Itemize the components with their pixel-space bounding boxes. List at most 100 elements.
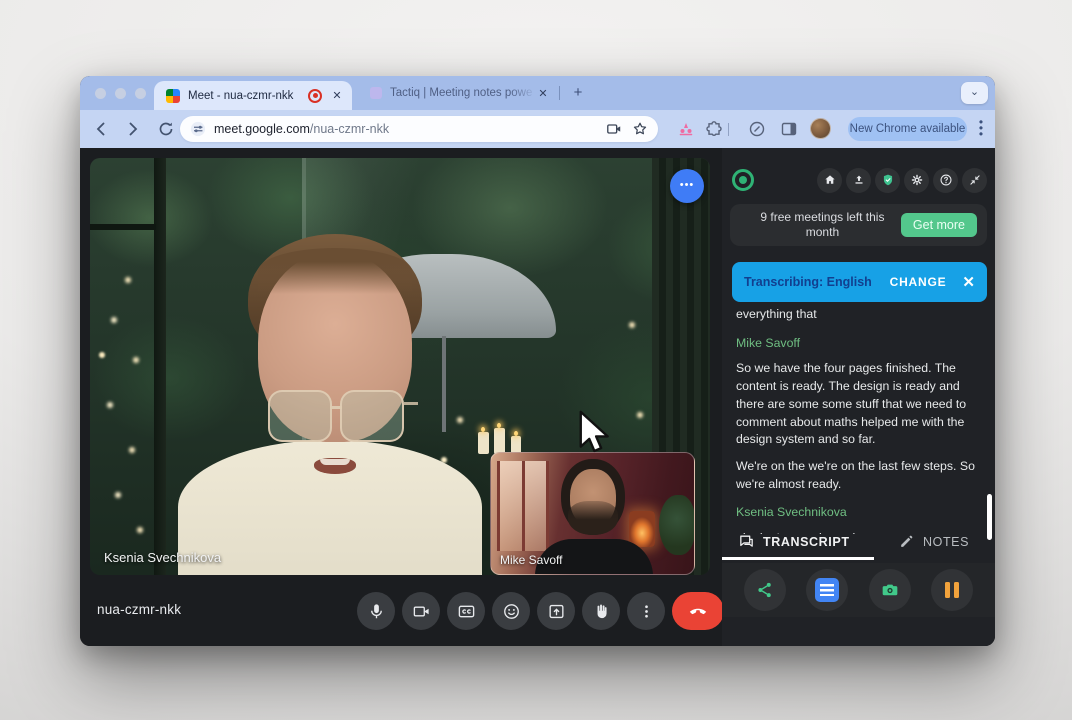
screenshot-button[interactable] — [869, 569, 911, 611]
transcript-text: So we have the four pages finished. The … — [736, 360, 979, 449]
home-icon — [823, 173, 837, 187]
glasses-bridge — [330, 406, 342, 409]
privacy-button[interactable] — [875, 168, 900, 193]
change-language-button[interactable]: CHANGE — [890, 275, 947, 289]
url-host: meet.google.com — [214, 122, 310, 136]
transcript-text: everything that — [736, 306, 979, 324]
publish-icon — [852, 173, 866, 187]
pip-window-background — [497, 461, 549, 551]
videocam-icon — [412, 602, 431, 621]
google-docs-icon — [815, 578, 839, 602]
profile-avatar[interactable] — [810, 118, 831, 139]
tab-notes[interactable]: NOTES — [898, 533, 969, 550]
export-to-docs-button[interactable] — [806, 569, 848, 611]
candles — [478, 424, 538, 454]
extensions-puzzle-icon[interactable] — [705, 120, 723, 138]
address-bar[interactable]: meet.google.com/nua-czmr-nkk — [180, 116, 658, 142]
transcript-list[interactable]: everything that Mike Savoff So we have t… — [736, 306, 979, 534]
pip-participant-beard — [568, 501, 618, 535]
desktop: Meet - nua-czmr-nkk ✕ Tactiq | Meeting n… — [0, 0, 1072, 720]
side-panel-icon[interactable] — [780, 120, 798, 138]
end-call-button[interactable] — [672, 592, 724, 630]
shield-check-icon — [881, 173, 895, 187]
door-frame — [90, 224, 156, 230]
tab-title: Meet - nua-czmr-nkk — [188, 90, 308, 102]
url-text[interactable]: meet.google.com/nua-czmr-nkk — [214, 122, 596, 136]
mic-button[interactable] — [357, 592, 395, 630]
door-frame — [154, 158, 166, 575]
pause-icon — [944, 582, 960, 598]
participant-mouth — [314, 458, 356, 474]
window-minimize-button[interactable] — [115, 88, 126, 99]
camera-button[interactable] — [402, 592, 440, 630]
tab-transcript[interactable]: TRANSCRIPT — [738, 533, 850, 550]
active-tab-underline — [722, 557, 874, 560]
settings-button[interactable] — [904, 168, 929, 193]
more-options-icon — [637, 602, 656, 621]
tactiq-logo-icon — [732, 169, 754, 191]
pencil-icon — [898, 533, 915, 550]
forward-icon[interactable] — [124, 120, 142, 138]
window-zoom-button[interactable] — [135, 88, 146, 99]
meet-control-bar — [357, 592, 724, 630]
tactiq-floating-bubble[interactable]: ••• — [670, 169, 704, 203]
tactiq-favicon-icon — [370, 87, 382, 99]
close-tab-icon[interactable]: ✕ — [330, 89, 344, 102]
banner-text: 9 free meetings left this month — [752, 210, 901, 240]
help-icon — [939, 173, 953, 187]
tactiq-action-bar — [722, 563, 995, 617]
pip-fireplace — [629, 511, 655, 547]
screenshot-camera-icon — [880, 580, 900, 600]
home-button[interactable] — [817, 168, 842, 193]
share-button[interactable] — [744, 569, 786, 611]
present-button[interactable] — [537, 592, 575, 630]
back-icon[interactable] — [92, 120, 110, 138]
publish-button[interactable] — [846, 168, 871, 193]
more-options-button[interactable] — [627, 592, 665, 630]
main-video-tile: Ksenia Svechnikova ••• Mike Savoff — [90, 158, 710, 575]
close-tab-icon[interactable]: ✕ — [536, 87, 550, 100]
tab-meet[interactable]: Meet - nua-czmr-nkk ✕ — [154, 81, 352, 110]
help-button[interactable] — [933, 168, 958, 193]
window-close-button[interactable] — [95, 88, 106, 99]
bookmark-star-icon[interactable] — [632, 121, 648, 137]
reactions-button[interactable] — [492, 592, 530, 630]
new-tab-button[interactable]: + — [569, 84, 587, 102]
reactions-icon — [502, 602, 521, 621]
transcript-speaker: Ksenia Svechnikova — [736, 504, 979, 522]
tactiq-tabs: TRANSCRIPT NOTES — [722, 533, 995, 559]
site-info-icon[interactable] — [190, 121, 206, 137]
glasses-left-lens — [268, 390, 332, 442]
transcript-speaker: Mike Savoff — [736, 335, 979, 353]
pip-video-tile[interactable]: Mike Savoff — [490, 452, 695, 575]
reload-icon[interactable] — [157, 120, 175, 138]
tab-tactiq[interactable]: Tactiq | Meeting notes powe ✕ — [360, 76, 558, 110]
pause-recording-button[interactable] — [931, 569, 973, 611]
browser-toolbar: meet.google.com/nua-czmr-nkk New Chrome … — [80, 110, 995, 148]
history-icon[interactable] — [748, 120, 766, 138]
settings-gear-icon — [910, 173, 924, 187]
collapse-button[interactable] — [962, 168, 987, 193]
tab-search-chevron-icon[interactable]: ⌄ — [961, 82, 988, 104]
meeting-code: nua-czmr-nkk — [97, 602, 181, 617]
participant-name-label: Ksenia Svechnikova — [104, 550, 221, 565]
end-call-icon — [687, 600, 709, 622]
url-path: /nua-czmr-nkk — [310, 122, 389, 136]
captions-button[interactable] — [447, 592, 485, 630]
tactiq-header — [732, 166, 987, 194]
glasses-arm — [404, 402, 418, 405]
chat-icon — [738, 533, 755, 550]
browser-window: Meet - nua-czmr-nkk ✕ Tactiq | Meeting n… — [80, 76, 995, 646]
tab-label: TRANSCRIPT — [763, 535, 850, 549]
close-transcribing-icon[interactable]: ✕ — [962, 273, 975, 291]
recording-indicator-icon — [308, 89, 322, 103]
update-chrome-button[interactable]: New Chrome available — [848, 117, 967, 141]
tab-label: NOTES — [923, 535, 969, 549]
browser-menu-kebab-icon[interactable]: ••• — [974, 119, 988, 139]
raise-hand-button[interactable] — [582, 592, 620, 630]
camera-capture-icon[interactable] — [606, 121, 622, 137]
meet-favicon-icon — [166, 89, 180, 103]
get-more-button[interactable]: Get more — [901, 213, 977, 237]
pip-name-label: Mike Savoff — [500, 553, 562, 567]
tactiq-extension-icon[interactable] — [677, 120, 695, 138]
